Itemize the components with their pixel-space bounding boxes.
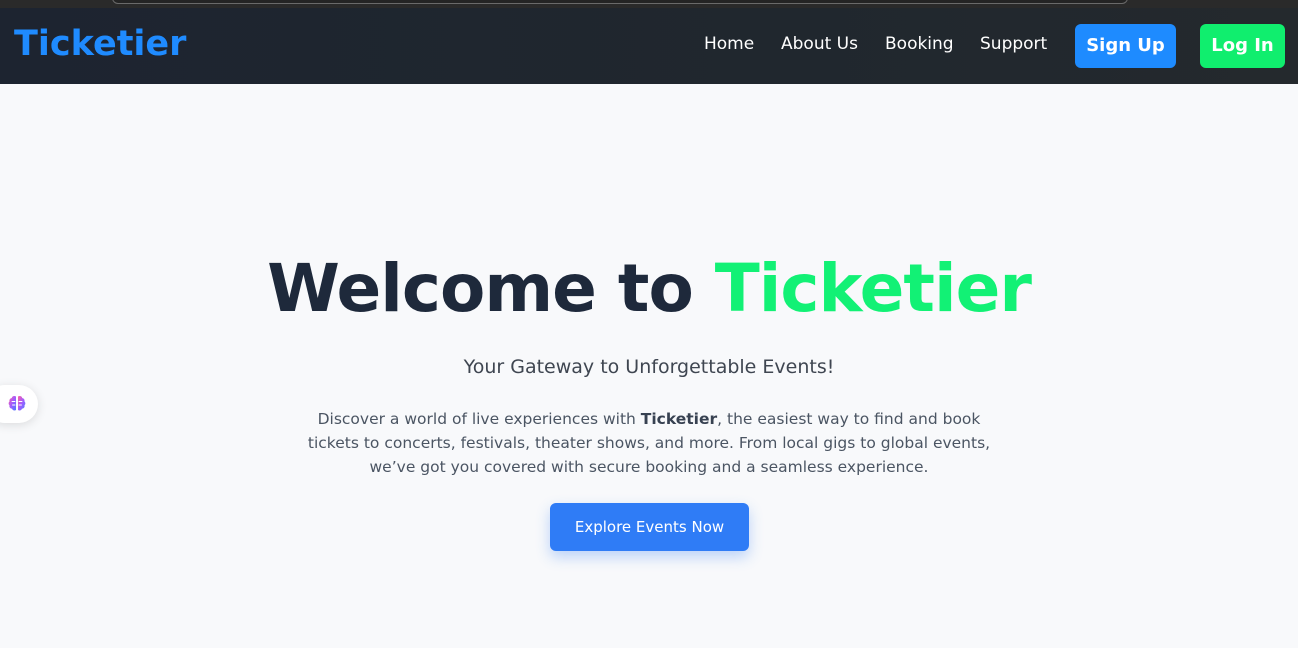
nav-link-support[interactable]: Support: [980, 34, 1047, 54]
browser-top-strip: [0, 0, 1298, 8]
side-widget-button[interactable]: [0, 385, 38, 423]
brand-logo[interactable]: Ticketier: [14, 24, 186, 64]
hero-title: Welcome to Ticketier: [0, 250, 1298, 327]
brain-icon: [8, 396, 26, 411]
log-in-button[interactable]: Log In: [1200, 24, 1285, 68]
nav-link-booking[interactable]: Booking: [885, 34, 954, 54]
nav-link-about-us[interactable]: About Us: [781, 34, 858, 54]
sign-up-button[interactable]: Sign Up: [1075, 24, 1176, 68]
address-bar-edge: [112, 0, 1128, 4]
hero-description: Discover a world of live experiences wit…: [299, 407, 999, 479]
explore-events-button[interactable]: Explore Events Now: [550, 503, 749, 551]
navbar: Ticketier Home About Us Booking Support …: [0, 8, 1298, 84]
hero-subtitle: Your Gateway to Unforgettable Events!: [463, 356, 835, 378]
hero-title-prefix: Welcome to: [267, 250, 694, 327]
nav-link-home[interactable]: Home: [704, 34, 754, 54]
hero-desc-brand: Ticketier: [640, 410, 718, 428]
hero-desc-part1: Discover a world of live experiences wit…: [317, 410, 641, 428]
hero-title-accent: Ticketier: [714, 250, 1032, 327]
